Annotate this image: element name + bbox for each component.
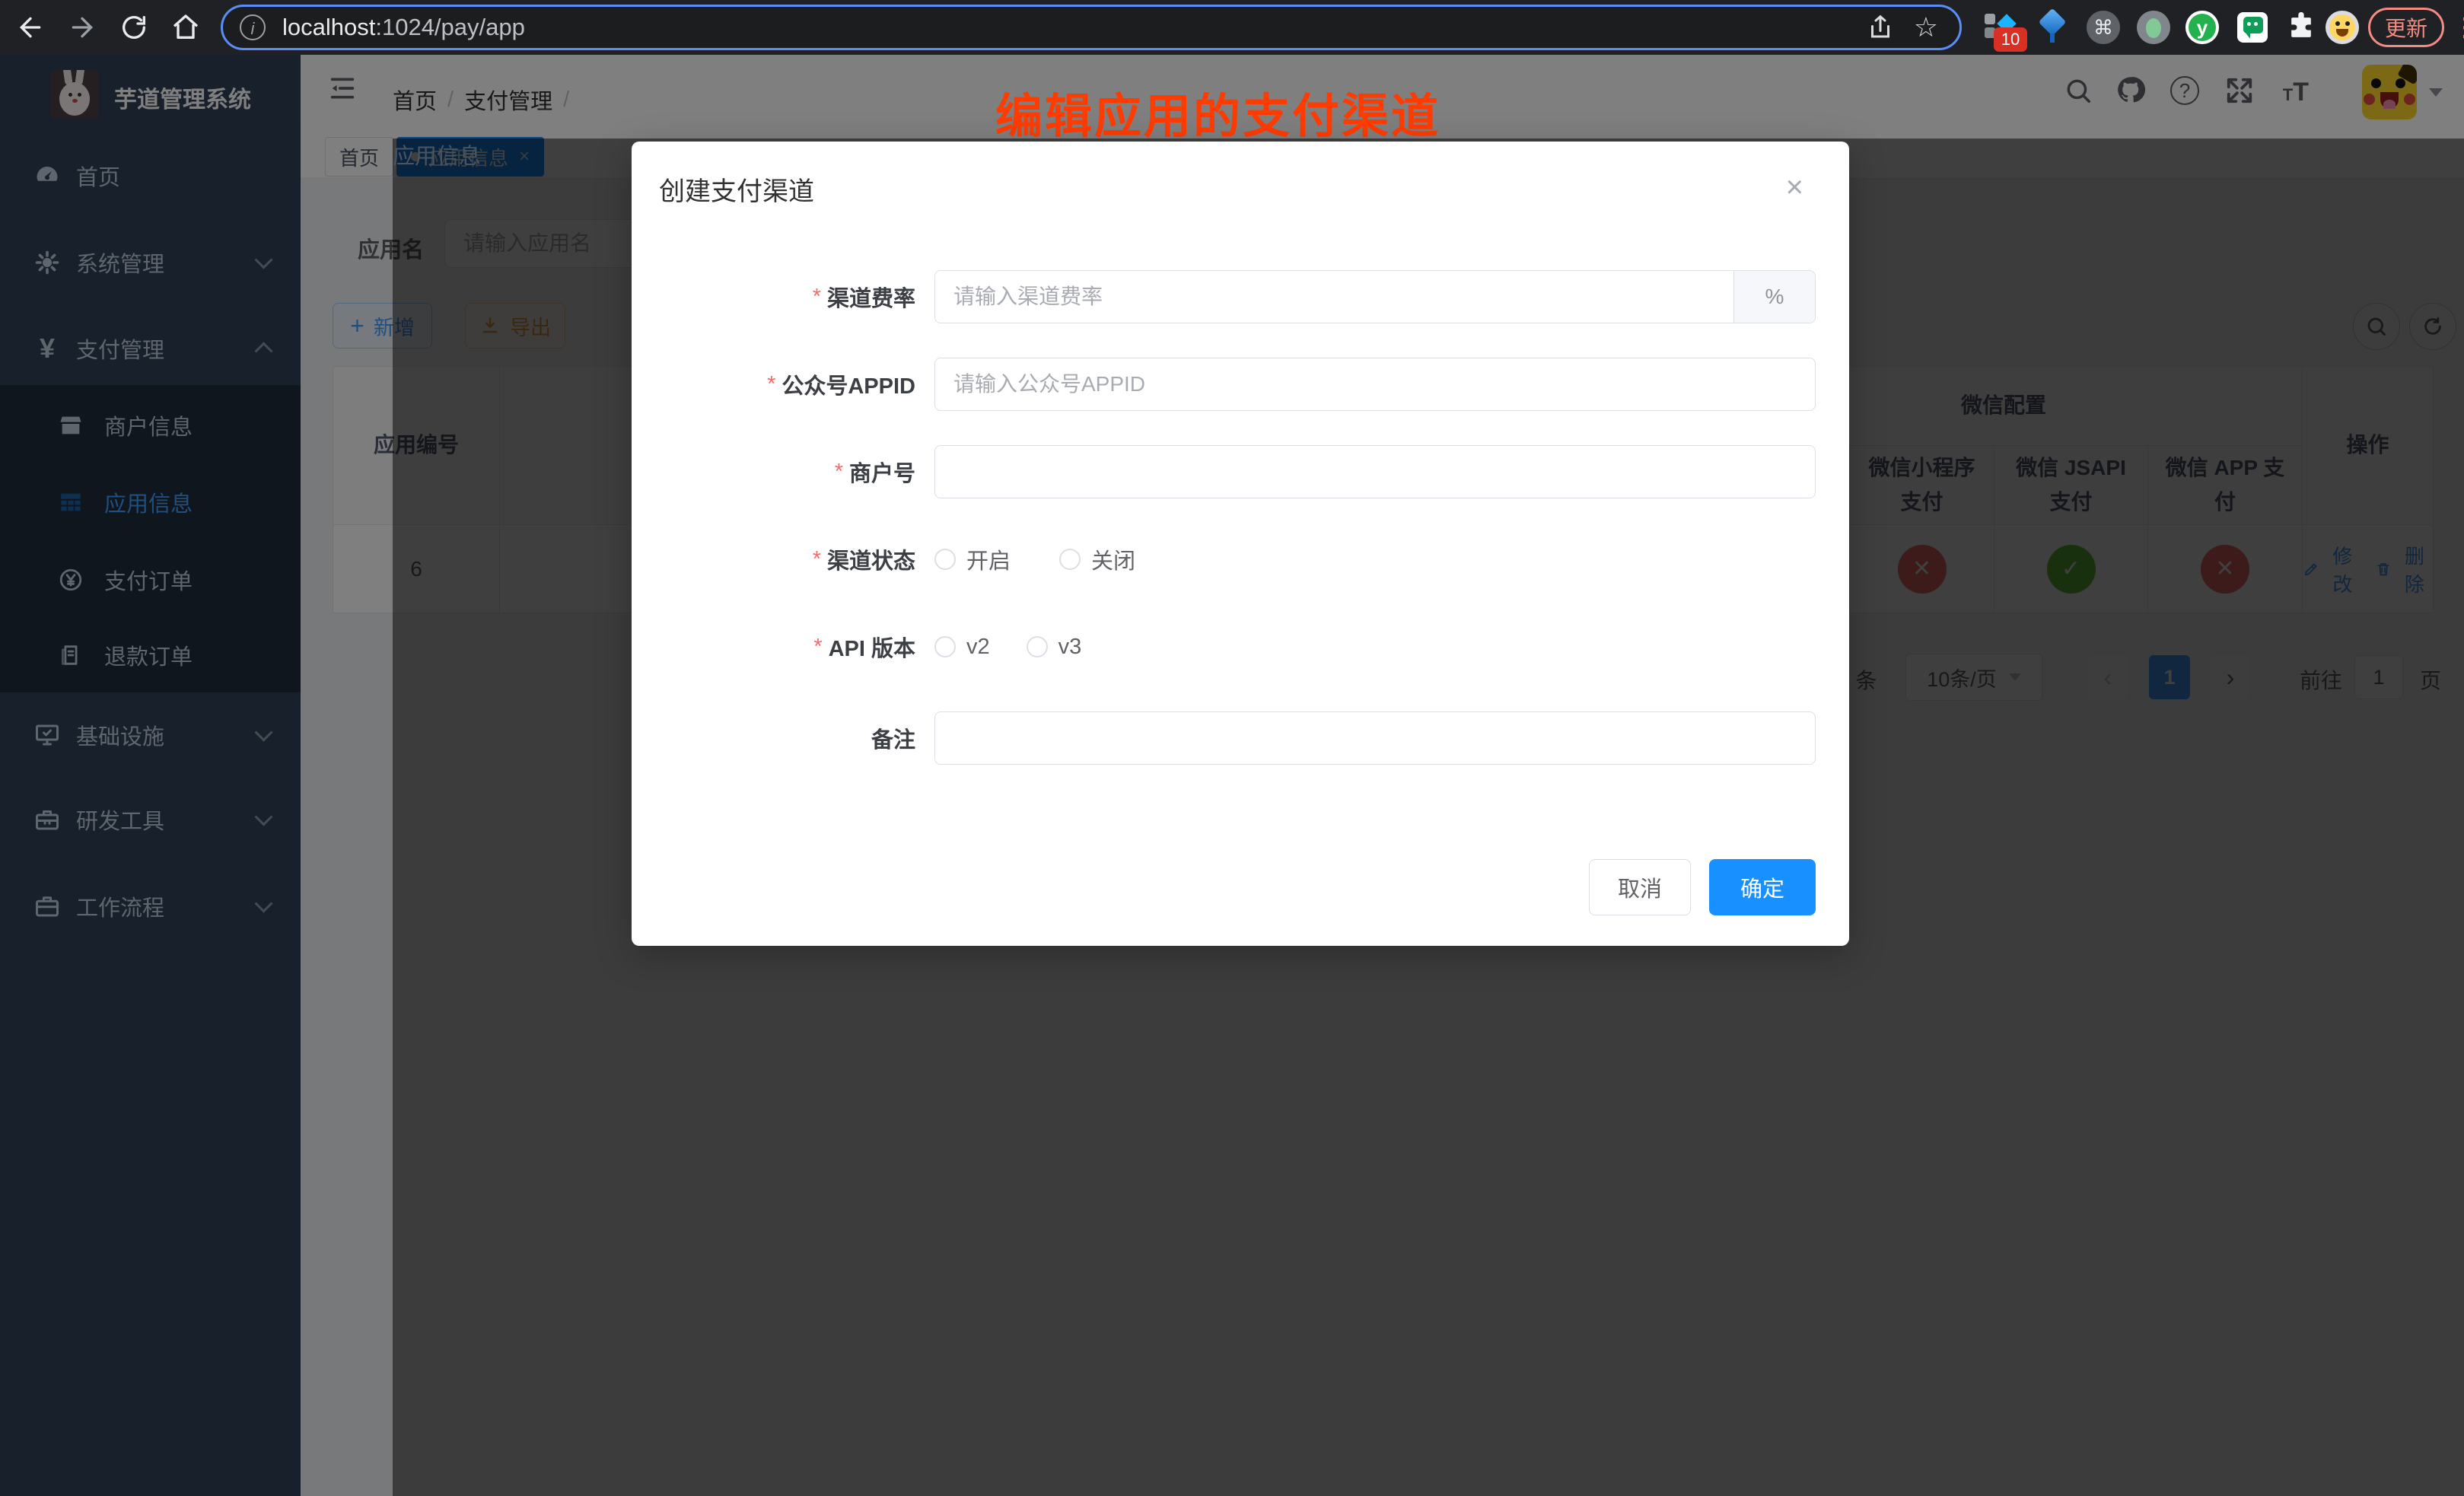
- radio-status-close[interactable]: 关闭: [1059, 543, 1135, 575]
- site-info-icon[interactable]: i: [240, 14, 266, 40]
- radio-status-open[interactable]: 开启: [934, 543, 1011, 575]
- fee-label: * 渠道费率: [632, 270, 915, 323]
- required-icon: *: [813, 547, 821, 572]
- appid-label: * 公众号APPID: [632, 358, 915, 411]
- browser-chrome: i localhost:1024/pay/app ☆ 10 ⌘: [0, 0, 2464, 55]
- merchant-label: * 商户号: [632, 445, 915, 498]
- browser-reload-icon[interactable]: [119, 12, 149, 43]
- cancel-button[interactable]: 取消: [1589, 859, 1691, 915]
- merchant-input[interactable]: [934, 445, 1816, 498]
- required-icon: *: [835, 460, 843, 485]
- extension-icon-1[interactable]: 10: [1983, 11, 2017, 44]
- form-row-appid: * 公众号APPID: [632, 358, 1849, 411]
- extension-icon-6[interactable]: [2236, 11, 2269, 44]
- radio-api-v2[interactable]: v2: [934, 635, 990, 660]
- dialog-close-icon[interactable]: ×: [1786, 172, 1803, 202]
- required-icon: *: [813, 635, 822, 660]
- annotation-text: 编辑应用的支付渠道: [995, 78, 1441, 146]
- confirm-button[interactable]: 确定: [1709, 859, 1816, 915]
- fee-suffix: %: [1733, 271, 1815, 323]
- radio-api-v3[interactable]: v3: [1027, 635, 1082, 660]
- status-label: * 渠道状态: [632, 536, 915, 582]
- browser-back-icon[interactable]: [15, 12, 46, 43]
- form-row-status: * 渠道状态 开启 关闭: [632, 536, 1849, 582]
- dialog-title: 创建支付渠道: [659, 170, 814, 208]
- profile-avatar-icon[interactable]: [2326, 11, 2359, 44]
- fee-input[interactable]: [935, 271, 1733, 323]
- radio-circle-icon: [934, 549, 956, 570]
- url-host: localhost: [282, 14, 375, 40]
- extension-badge: 10: [1994, 27, 2027, 52]
- screen: i localhost:1024/pay/app ☆ 10 ⌘: [0, 0, 2464, 1496]
- fee-input-group: %: [934, 270, 1816, 323]
- radio-circle-icon: [934, 636, 956, 657]
- form-row-api: * API 版本 v2 v3: [632, 624, 1849, 670]
- create-pay-channel-dialog: 创建支付渠道 × * 渠道费率 % * 公众号APPID: [632, 142, 1849, 946]
- form-row-merchant: * 商户号: [632, 445, 1849, 498]
- form-row-fee: * 渠道费率 %: [632, 270, 1849, 323]
- url-path: :1024/pay/app: [375, 14, 525, 40]
- required-icon: *: [813, 285, 821, 310]
- form-row-remark: 备注: [632, 711, 1849, 765]
- extension-icon-3[interactable]: ⌘: [2087, 11, 2120, 44]
- radio-circle-icon: [1059, 549, 1081, 570]
- radio-circle-icon: [1027, 636, 1048, 657]
- api-label: * API 版本: [632, 624, 915, 670]
- browser-menu-icon[interactable]: ⋮: [2452, 9, 2464, 46]
- share-icon[interactable]: [1867, 14, 1894, 41]
- extensions-puzzle-icon[interactable]: [2284, 11, 2318, 44]
- extension-icon-4[interactable]: [2137, 11, 2170, 44]
- required-icon: *: [767, 372, 775, 397]
- address-bar[interactable]: i localhost:1024/pay/app ☆: [221, 5, 1962, 50]
- remark-input[interactable]: [934, 711, 1816, 765]
- appid-input[interactable]: [934, 358, 1816, 411]
- browser-forward-icon[interactable]: [67, 12, 97, 43]
- url-text: localhost:1024/pay/app: [282, 14, 525, 41]
- remark-label: 备注: [632, 711, 915, 765]
- browser-update-button[interactable]: 更新: [2368, 8, 2444, 47]
- extension-icon-2[interactable]: [2036, 11, 2070, 44]
- extension-icon-5[interactable]: y: [2185, 11, 2219, 44]
- browser-home-icon[interactable]: [170, 12, 201, 43]
- bookmark-star-icon[interactable]: ☆: [1914, 14, 1938, 41]
